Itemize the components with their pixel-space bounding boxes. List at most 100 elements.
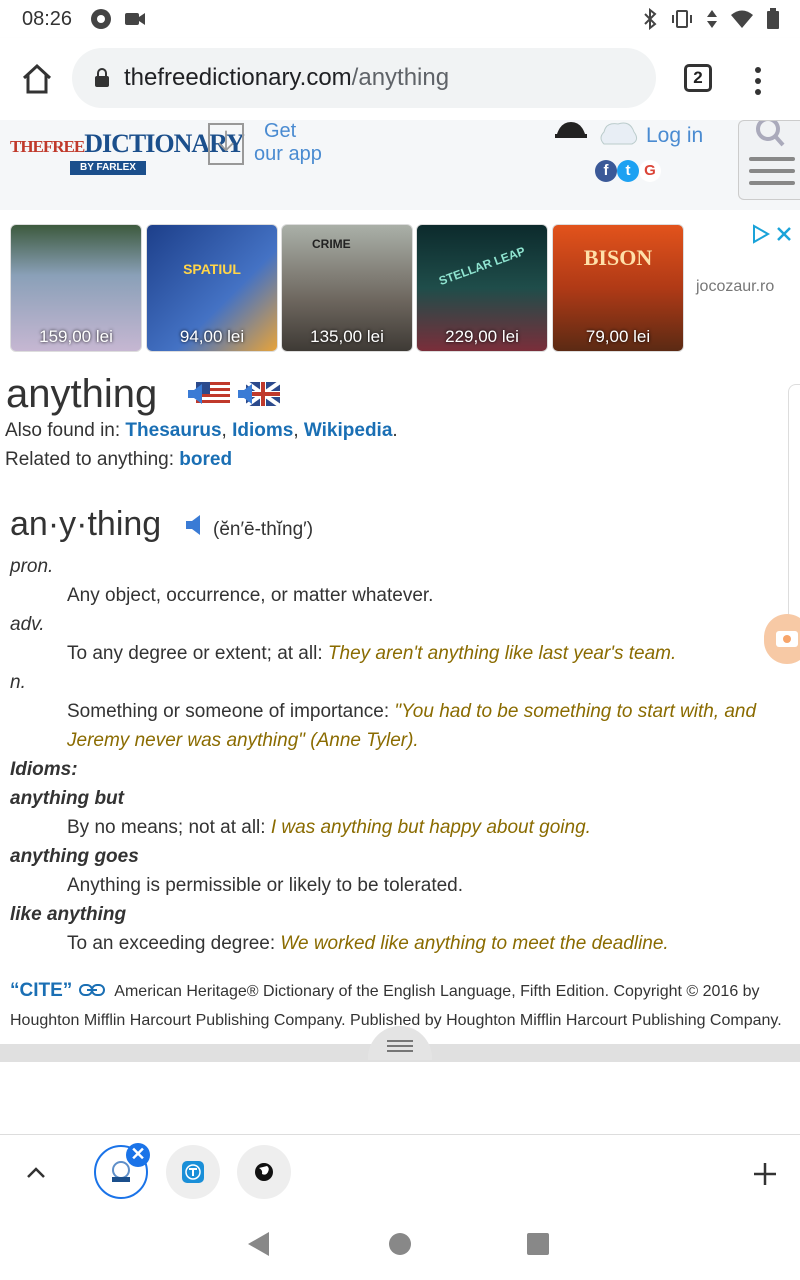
idiom-definition: By no means; not at all: I was anything … bbox=[67, 813, 591, 842]
new-tab-icon[interactable] bbox=[752, 1161, 778, 1187]
url-bar[interactable]: thefreedictionary.com/anything bbox=[72, 48, 656, 108]
idiom-phrase: anything goes bbox=[10, 846, 139, 867]
browser-toolbar: thefreedictionary.com/anything 2 bbox=[0, 38, 800, 120]
download-icon bbox=[208, 123, 244, 165]
definition: Something or someone of importance: "You… bbox=[67, 697, 782, 755]
status-icons bbox=[642, 8, 780, 30]
system-nav-bar bbox=[0, 1210, 800, 1280]
ad-product-5[interactable]: BISON 79,00 lei bbox=[552, 224, 684, 352]
page-title: anything bbox=[6, 372, 158, 416]
ad-price: 79,00 lei bbox=[585, 327, 651, 346]
ad-source[interactable]: jocozaur.ro bbox=[696, 278, 774, 296]
ad-product-1[interactable]: 159,00 lei bbox=[10, 224, 142, 352]
camera-icon bbox=[776, 631, 798, 647]
search-icon[interactable] bbox=[751, 121, 791, 151]
pronunciation: (ĕn′ē-thĭng′) bbox=[213, 519, 314, 540]
social-links: f t G bbox=[595, 160, 661, 182]
idiom-phrase: anything but bbox=[10, 788, 124, 809]
definition-text: By no means; not at all: bbox=[67, 817, 271, 838]
back-icon[interactable] bbox=[247, 1231, 271, 1257]
definition-text: To any degree or extent; at all: bbox=[67, 643, 328, 664]
bottom-tab-strip: ✕ bbox=[0, 1134, 800, 1210]
close-tab-icon[interactable]: ✕ bbox=[126, 1143, 150, 1167]
search-menu-panel[interactable] bbox=[738, 120, 800, 200]
ad-title: SPATIUL bbox=[183, 261, 241, 277]
site-header: THEFREEDICTIONARY BY FARLEX Get our app … bbox=[0, 120, 800, 210]
url-path: /anything bbox=[351, 64, 450, 91]
thesaurus-link[interactable]: Thesaurus bbox=[125, 420, 221, 441]
twitter-icon[interactable]: t bbox=[617, 160, 639, 182]
ad-product-4[interactable]: STELLAR LEAP 229,00 lei bbox=[416, 224, 548, 352]
globe-icon bbox=[255, 1163, 273, 1181]
data-arrows-icon bbox=[707, 10, 717, 28]
idioms-label: Idioms: bbox=[10, 759, 78, 780]
uk-audio-icon[interactable] bbox=[236, 381, 280, 407]
get-app-line2: our app bbox=[254, 143, 322, 165]
ad-price: 229,00 lei bbox=[445, 327, 519, 346]
facebook-icon[interactable]: f bbox=[595, 160, 617, 182]
status-bar: 08:26 bbox=[0, 0, 800, 38]
site-logo[interactable]: THEFREEDICTIONARY BY FARLEX bbox=[10, 130, 245, 180]
home-circle-icon[interactable] bbox=[388, 1232, 412, 1256]
ad-title: STELLAR LEAP bbox=[436, 243, 527, 289]
video-camera-icon bbox=[125, 13, 146, 25]
idioms-link[interactable]: Idioms bbox=[232, 420, 293, 441]
recents-icon[interactable] bbox=[526, 1232, 550, 1256]
ad-price: 135,00 lei bbox=[310, 327, 384, 346]
favicon-t-icon bbox=[182, 1161, 204, 1183]
ad-title: CRIME bbox=[312, 237, 351, 251]
cite-button[interactable]: “CITE” bbox=[10, 980, 72, 1001]
definition-text: To an exceeding degree: bbox=[67, 933, 281, 954]
home-icon[interactable] bbox=[20, 62, 54, 96]
idiom-phrase: like anything bbox=[10, 904, 127, 925]
ad-price: 94,00 lei bbox=[179, 327, 245, 346]
bluetooth-icon bbox=[644, 8, 657, 30]
related-link-bored[interactable]: bored bbox=[179, 449, 232, 470]
us-audio-icon[interactable] bbox=[186, 381, 230, 407]
also-found-label: Also found in: bbox=[5, 420, 126, 441]
ad-product-2[interactable]: SPATIUL 94,00 lei bbox=[146, 224, 278, 352]
headword: an·y·thing bbox=[10, 505, 162, 543]
speaker-icon[interactable] bbox=[184, 513, 204, 537]
ad-price: 159,00 lei bbox=[39, 327, 113, 346]
also-found-in: Also found in: Thesaurus, Idioms, Wikipe… bbox=[5, 420, 398, 441]
url-domain: thefreedictionary.com bbox=[124, 64, 352, 91]
wikipedia-link[interactable]: Wikipedia bbox=[304, 420, 393, 441]
tab-3[interactable] bbox=[237, 1145, 291, 1199]
get-app-line1: Get bbox=[264, 120, 297, 142]
hamburger-menu-icon[interactable] bbox=[749, 155, 795, 191]
related-label: Related to anything: bbox=[5, 449, 180, 470]
chevron-up-icon[interactable] bbox=[24, 1161, 48, 1185]
status-time: 08:26 bbox=[22, 7, 73, 30]
adchoices-icon[interactable] bbox=[752, 224, 792, 244]
cloud-icon bbox=[600, 122, 638, 145]
tab-2[interactable] bbox=[166, 1145, 220, 1199]
side-panel-tab[interactable] bbox=[788, 384, 800, 624]
floating-camera-button[interactable] bbox=[764, 614, 800, 664]
definition-text: Anything is permissible or likely to be … bbox=[67, 875, 464, 896]
related-to: Related to anything: bored bbox=[5, 449, 232, 471]
lock-icon bbox=[95, 68, 109, 87]
example-sentence: I was anything but happy about going. bbox=[270, 817, 591, 838]
part-of-speech: adv. bbox=[10, 614, 45, 635]
link-icon[interactable] bbox=[78, 984, 105, 996]
definition-text: Something or someone of importance: bbox=[67, 701, 395, 722]
definition: Any object, occurrence, or matter whatev… bbox=[67, 581, 433, 610]
bell-icon[interactable] bbox=[553, 120, 589, 140]
part-of-speech: n. bbox=[10, 672, 26, 693]
ad-product-3[interactable]: CRIME 135,00 lei bbox=[281, 224, 413, 352]
wifi-icon bbox=[731, 10, 753, 28]
example-sentence: We worked like anything to meet the dead… bbox=[280, 933, 669, 954]
idiom-definition: Anything is permissible or likely to be … bbox=[67, 871, 463, 900]
ad-title: BISON bbox=[583, 245, 653, 270]
get-app-link[interactable]: Get our app bbox=[208, 120, 322, 166]
idiom-definition: To an exceeding degree: We worked like a… bbox=[67, 929, 669, 958]
google-icon[interactable]: G bbox=[639, 160, 661, 182]
login-link[interactable]: Log in bbox=[646, 124, 703, 148]
more-vert-icon[interactable] bbox=[750, 66, 766, 96]
tab-switcher-button[interactable]: 2 bbox=[684, 64, 712, 92]
definition: To any degree or extent; at all: They ar… bbox=[67, 639, 676, 668]
example-sentence: They aren't anything like last year's te… bbox=[327, 643, 677, 664]
ad-banner[interactable]: 159,00 lei SPATIUL 94,00 lei CRIME 135,0… bbox=[0, 222, 800, 354]
battery-icon bbox=[767, 8, 779, 29]
